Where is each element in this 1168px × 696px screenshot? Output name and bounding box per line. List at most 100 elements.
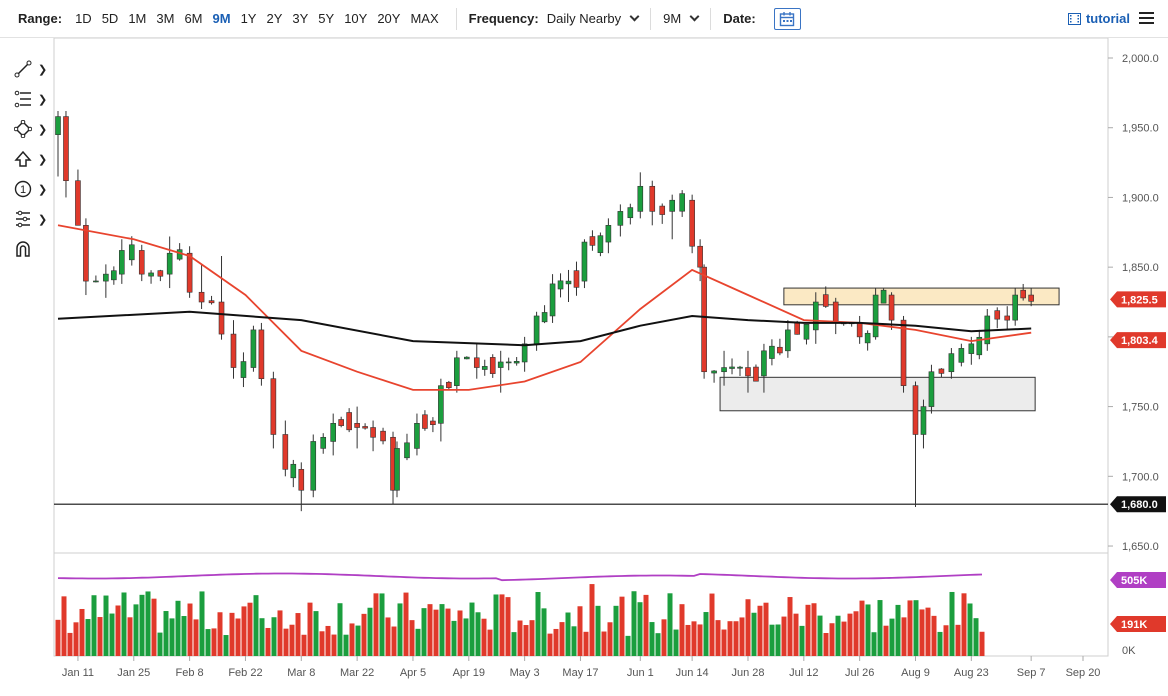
candle-body: [111, 270, 117, 281]
candle-body: [370, 427, 376, 438]
date-tick-label: Sep 7: [1017, 667, 1046, 679]
candle-body: [362, 426, 368, 429]
volume-bar: [703, 612, 709, 656]
volume-bar: [337, 603, 343, 656]
period-select[interactable]: 9M: [663, 11, 700, 26]
price-chart[interactable]: 2,000.01,950.01,900.01,850.01,800.01,750…: [0, 38, 1168, 696]
volume-bar: [169, 618, 175, 656]
volume-bar: [691, 621, 697, 656]
volume-bar: [889, 618, 895, 656]
volume-bar: [175, 600, 181, 656]
volume-bar: [547, 633, 553, 656]
volume-bar: [295, 613, 301, 656]
volume-bar: [343, 634, 349, 656]
candle-body: [761, 350, 767, 377]
candle-body: [270, 378, 277, 435]
candle-body: [1028, 294, 1034, 302]
price-tick-label: 1,650.0: [1122, 541, 1159, 553]
date-picker-button[interactable]: [773, 7, 801, 30]
date-tick-label: Mar 8: [287, 667, 315, 679]
candle-body: [208, 300, 215, 304]
volume-bar: [733, 621, 739, 656]
range-1d[interactable]: 1D: [75, 11, 92, 26]
candle-body: [414, 423, 420, 449]
range-6m[interactable]: 6M: [184, 11, 202, 26]
candle-body: [856, 322, 863, 338]
candle-body: [346, 412, 352, 431]
volume-bar: [301, 634, 307, 656]
date-axis: Jan 11 Jan 25 Feb 8 Feb 22 Mar 8 Mar 22 Apr 5 A…: [62, 656, 1100, 679]
volume-bar: [967, 603, 973, 656]
volume-bar: [253, 595, 259, 656]
candle-body: [557, 280, 564, 290]
volume-bar: [313, 611, 319, 656]
volume-bar: [355, 625, 361, 656]
date-tick-label: Aug 9: [901, 667, 930, 679]
candle-body: [63, 116, 69, 182]
volume-bar: [817, 615, 823, 656]
volume-bar: [439, 604, 445, 656]
volume-average-line: [57, 572, 983, 582]
volume-bar: [877, 600, 883, 656]
volume-bar: [487, 629, 493, 656]
volume-bar: [823, 632, 829, 656]
range-5d[interactable]: 5D: [102, 11, 119, 26]
range-10y[interactable]: 10Y: [344, 11, 367, 26]
range-20y[interactable]: 20Y: [377, 11, 400, 26]
candle-body: [75, 180, 81, 226]
hamburger-menu-icon[interactable]: [1139, 12, 1154, 24]
range-buttons: 1D 5D 1M 3M 6M 9M 1Y 2Y 3Y 5Y 10Y 20Y MAX: [70, 11, 444, 26]
candle-body: [589, 236, 596, 246]
volume-bar: [811, 603, 817, 656]
candle-body: [157, 270, 164, 277]
volume-bar: [349, 623, 355, 656]
volume-bar: [271, 617, 277, 656]
range-9m[interactable]: 9M: [213, 11, 231, 26]
candle-body: [55, 116, 61, 135]
frequency-select[interactable]: Daily Nearby: [547, 11, 640, 26]
volume-bar: [247, 602, 253, 656]
volume-bar: [493, 594, 499, 656]
candle-body: [753, 366, 759, 382]
volume-bar: [223, 635, 229, 656]
range-1y[interactable]: 1Y: [241, 11, 257, 26]
tutorial-label: tutorial: [1085, 11, 1130, 26]
range-2y[interactable]: 2Y: [266, 11, 282, 26]
volume-bar: [307, 602, 313, 656]
candle-body: [832, 301, 839, 324]
date-tick-label: Aug 23: [954, 667, 989, 679]
candle-body: [1012, 294, 1018, 321]
range-1m[interactable]: 1M: [128, 11, 146, 26]
volume-bar: [139, 594, 145, 656]
volume-bar: [379, 593, 385, 656]
plot-border: [53, 38, 1109, 657]
range-label: Range:: [18, 11, 63, 26]
candle-body: [880, 289, 887, 304]
range-max[interactable]: MAX: [410, 11, 438, 26]
volume-bar: [595, 605, 601, 656]
tutorial-link[interactable]: tutorial: [1067, 11, 1130, 26]
volume-bar: [943, 625, 949, 656]
candle-body: [186, 252, 193, 293]
range-5y[interactable]: 5Y: [318, 11, 334, 26]
range-3y[interactable]: 3Y: [292, 11, 308, 26]
price-tick-label: 1,700.0: [1122, 471, 1159, 483]
calendar-icon: [780, 11, 795, 26]
volume-bar: [361, 613, 367, 656]
volume-bar: [229, 612, 235, 656]
volume-bar: [523, 625, 529, 656]
candle-body: [573, 270, 580, 288]
volume-bar: [727, 621, 733, 656]
volume-bar: [715, 620, 721, 656]
price-tick-label: 1,850.0: [1122, 262, 1159, 274]
volume-bar: [103, 595, 109, 656]
candle-body: [464, 356, 470, 360]
volume-bar: [259, 618, 265, 656]
film-icon: [1067, 12, 1081, 25]
volume-bar: [799, 625, 805, 656]
range-3m[interactable]: 3M: [156, 11, 174, 26]
volume-bar: [577, 606, 583, 656]
candle-body: [446, 381, 452, 389]
volume-bar: [409, 620, 415, 656]
volume-bar: [649, 622, 655, 656]
